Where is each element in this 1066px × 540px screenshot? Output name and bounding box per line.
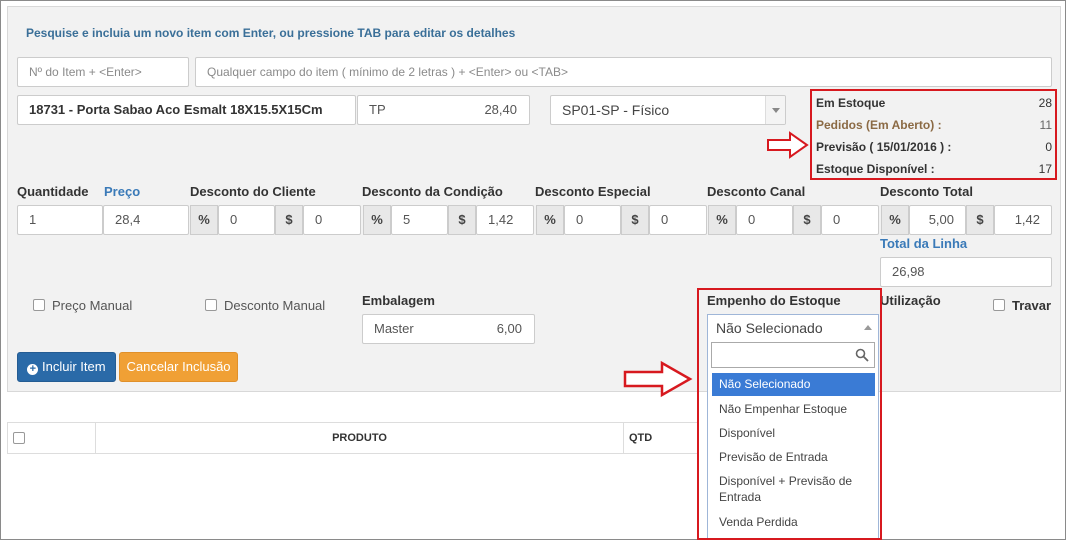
total-discount-percent-addon: % [881,205,909,235]
manual-discount-label: Desconto Manual [224,298,326,313]
total-discount-value-addon: $ [966,205,994,235]
condition-discount-value-input[interactable]: 1,42 [476,205,534,235]
packaging-field[interactable]: Master 6,00 [362,314,535,344]
instruction-hint: Pesquise e incluia um novo item com Ente… [26,26,516,40]
special-discount-percent-input[interactable]: 0 [564,205,621,235]
condition-discount-label: Desconto da Condição [362,184,503,199]
channel-discount-value-input[interactable]: 0 [821,205,879,235]
condition-discount-value-addon: $ [448,205,476,235]
plus-circle-icon: + [27,364,39,375]
client-discount-value-addon: $ [275,205,303,235]
packaging-quantity: 6,00 [496,321,522,336]
cancel-inclusion-button[interactable]: Cancelar Inclusão [119,352,238,382]
special-discount-label: Desconto Especial [535,184,651,199]
table-header-select [7,422,96,454]
line-total-field[interactable]: 26,98 [880,257,1052,287]
commitment-highlight-box [697,288,882,540]
total-discount-percent-input[interactable]: 5,00 [909,205,966,235]
packaging-name: Master [374,321,414,336]
quantity-input[interactable]: 1 [17,205,103,235]
lock-checkbox[interactable] [993,299,1005,311]
table-header-qty[interactable]: QTD [623,422,699,454]
condition-discount-percent-input[interactable]: 5 [391,205,448,235]
manual-price-label: Preço Manual [52,298,133,313]
channel-discount-percent-input[interactable]: 0 [736,205,793,235]
quantity-label: Quantidade [17,184,89,199]
price-table-value: 28,40 [484,102,517,117]
channel-discount-value-addon: $ [793,205,821,235]
special-discount-percent-addon: % [536,205,564,235]
condition-discount-percent-addon: % [363,205,391,235]
usage-label: Utilização [880,293,941,308]
warehouse-select[interactable]: SP01-SP - Físico [550,95,786,125]
warehouse-value: SP01-SP - Físico [562,102,670,118]
arrow-right-icon [623,360,693,398]
client-discount-value-input[interactable]: 0 [303,205,361,235]
table-header-product[interactable]: PRODUTO [95,422,624,454]
special-discount-value-input[interactable]: 0 [649,205,707,235]
channel-discount-percent-addon: % [708,205,736,235]
manual-price-checkbox[interactable] [33,299,45,311]
add-item-label: Incluir Item [42,359,106,374]
line-total-label: Total da Linha [880,236,968,251]
item-number-input[interactable]: Nº do Item + <Enter> [17,57,189,87]
dropdown-arrow-icon [765,96,785,124]
manual-discount-checkbox[interactable] [205,299,217,311]
price-table-field[interactable]: TP 28,40 [357,95,530,125]
arrow-right-icon [767,131,809,159]
client-discount-percent-input[interactable]: 0 [218,205,275,235]
total-discount-label: Desconto Total [880,184,973,199]
price-label: Preço [104,184,141,199]
packaging-label: Embalagem [362,293,435,308]
price-table-code: TP [369,102,386,117]
select-all-checkbox[interactable] [13,432,25,444]
channel-discount-label: Desconto Canal [707,184,806,199]
client-discount-percent-addon: % [190,205,218,235]
price-input[interactable]: 28,4 [103,205,189,235]
total-discount-value-input[interactable]: 1,42 [994,205,1052,235]
item-search-input[interactable]: Qualquer campo do item ( mínimo de 2 let… [195,57,1052,87]
item-description-field[interactable]: 18731 - Porta Sabao Aco Esmalt 18X15.5X1… [17,95,356,125]
lock-label: Travar [1012,298,1052,313]
special-discount-value-addon: $ [621,205,649,235]
client-discount-label: Desconto do Cliente [190,184,316,199]
stock-highlight-box [810,89,1057,180]
add-item-button[interactable]: + Incluir Item [17,352,116,382]
